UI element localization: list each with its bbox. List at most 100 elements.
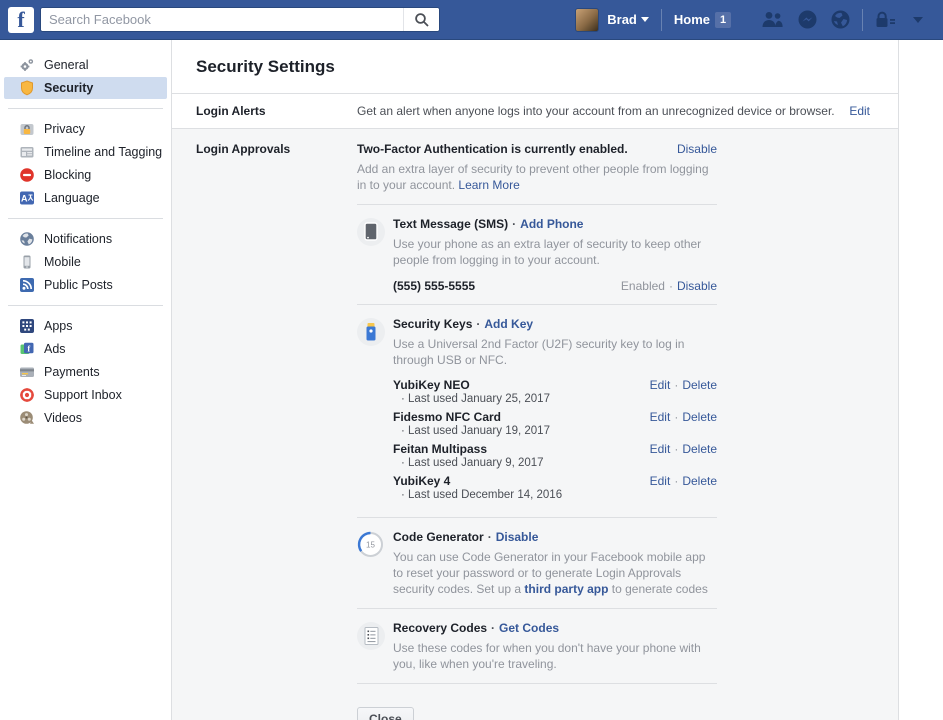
settings-sidebar: General Security Privacy Timeline and Ta… bbox=[0, 40, 172, 720]
sidebar-item-label: Timeline and Tagging bbox=[44, 145, 162, 159]
security-key-delete-link[interactable]: Delete bbox=[682, 442, 717, 456]
security-key-edit-link[interactable]: Edit bbox=[650, 378, 671, 392]
sidebar-item-support-inbox[interactable]: Support Inbox bbox=[4, 384, 167, 406]
sidebar-divider bbox=[8, 108, 163, 109]
code-generator-subsection: 15 Code Generator·Disable You can use Co… bbox=[357, 530, 717, 597]
sidebar-item-label: Privacy bbox=[44, 122, 85, 136]
sms-disable-link[interactable]: Disable bbox=[677, 279, 717, 293]
security-key-last-used: · Last used December 14, 2016 bbox=[393, 488, 717, 503]
profile-name[interactable]: Brad bbox=[607, 12, 637, 27]
notifications-globe-icon[interactable] bbox=[831, 10, 850, 29]
security-key-delete-link[interactable]: Delete bbox=[682, 410, 717, 424]
sidebar-divider bbox=[8, 305, 163, 306]
sidebar-item-label: Public Posts bbox=[44, 278, 113, 292]
sidebar-item-privacy[interactable]: Privacy bbox=[4, 118, 167, 140]
security-badge-icon bbox=[18, 80, 35, 97]
security-key-delete-link[interactable]: Delete bbox=[682, 378, 717, 392]
profile-caret-icon[interactable] bbox=[641, 17, 649, 22]
topbar-divider bbox=[661, 9, 662, 31]
sidebar-item-blocking[interactable]: Blocking bbox=[4, 164, 167, 186]
sidebar-item-label: Blocking bbox=[44, 168, 91, 182]
security-key-delete-link[interactable]: Delete bbox=[682, 474, 717, 488]
sms-phone-icon bbox=[357, 218, 385, 246]
section-divider bbox=[357, 517, 717, 518]
add-phone-link[interactable]: Add Phone bbox=[520, 217, 583, 231]
sidebar-item-label: Payments bbox=[44, 365, 100, 379]
sidebar-item-timeline-and-tagging[interactable]: Timeline and Tagging bbox=[4, 141, 167, 163]
search-button[interactable] bbox=[403, 8, 439, 31]
security-keys-title-line: Security Keys·Add Key bbox=[393, 317, 717, 331]
sidebar-item-label: Support Inbox bbox=[44, 388, 122, 402]
privacy-lock-icon bbox=[18, 121, 35, 138]
sidebar-item-label: Videos bbox=[44, 411, 82, 425]
friend-requests-icon[interactable] bbox=[761, 11, 784, 28]
sidebar-item-general[interactable]: General bbox=[4, 54, 167, 76]
security-settings-panel: Security Settings Login Alerts Get an al… bbox=[172, 40, 899, 720]
sidebar-item-label: General bbox=[44, 58, 88, 72]
avatar[interactable] bbox=[575, 8, 599, 32]
sidebar-item-label: Security bbox=[44, 81, 93, 95]
security-keys-subsection: Security Keys·Add Key Use a Universal 2n… bbox=[357, 317, 717, 506]
section-divider bbox=[357, 608, 717, 609]
page-title: Security Settings bbox=[172, 40, 898, 93]
sidebar-item-mobile[interactable]: Mobile bbox=[4, 251, 167, 273]
login-alerts-description: Get an alert when anyone logs into your … bbox=[357, 104, 837, 118]
sms-subsection: Text Message (SMS)·Add Phone Use your ph… bbox=[357, 217, 717, 293]
learn-more-link[interactable]: Learn More bbox=[458, 178, 519, 192]
sidebar-item-label: Apps bbox=[44, 319, 73, 333]
section-divider bbox=[357, 304, 717, 305]
topbar-jewels bbox=[761, 10, 850, 29]
security-keys-description: Use a Universal 2nd Factor (U2F) securit… bbox=[393, 336, 717, 368]
security-key-name: YubiKey NEO bbox=[393, 378, 470, 392]
security-key-edit-link[interactable]: Edit bbox=[650, 410, 671, 424]
two-factor-status-text: Two-Factor Authentication is currently e… bbox=[357, 142, 628, 156]
sidebar-item-videos[interactable]: Videos bbox=[4, 407, 167, 429]
add-key-link[interactable]: Add Key bbox=[484, 317, 533, 331]
section-divider bbox=[357, 683, 717, 684]
credit-card-icon bbox=[18, 364, 35, 381]
topbar-right: Brad Home 1 bbox=[575, 8, 923, 32]
code-generator-timer-icon: 15 bbox=[357, 531, 384, 558]
sidebar-item-ads[interactable]: f Ads bbox=[4, 338, 167, 360]
settings-caret-icon[interactable] bbox=[913, 17, 923, 23]
two-factor-disable-link[interactable]: Disable bbox=[677, 142, 717, 156]
get-codes-link[interactable]: Get Codes bbox=[499, 621, 559, 635]
code-generator-disable-link[interactable]: Disable bbox=[496, 530, 539, 544]
sidebar-item-label: Language bbox=[44, 191, 100, 205]
sidebar-item-public-posts[interactable]: Public Posts bbox=[4, 274, 167, 296]
sms-description: Use your phone as an extra layer of secu… bbox=[393, 236, 717, 268]
recovery-codes-description: Use these codes for when you don't have … bbox=[393, 640, 717, 672]
home-notification-badge: 1 bbox=[715, 12, 731, 28]
third-party-app-link[interactable]: third party app bbox=[524, 582, 608, 596]
sidebar-item-apps[interactable]: Apps bbox=[4, 315, 167, 337]
security-key-row: Fidesmo NFC Card Edit·Delete · Last used… bbox=[393, 410, 717, 439]
sidebar-item-label: Ads bbox=[44, 342, 66, 356]
sidebar-divider bbox=[8, 218, 163, 219]
blocking-icon bbox=[18, 167, 35, 184]
timeline-icon bbox=[18, 144, 35, 161]
login-alerts-edit-link[interactable]: Edit bbox=[849, 104, 870, 118]
security-key-edit-link[interactable]: Edit bbox=[650, 474, 671, 488]
globe-icon bbox=[18, 231, 35, 248]
login-alerts-label: Login Alerts bbox=[196, 104, 357, 118]
sidebar-item-language[interactable]: A Language bbox=[4, 187, 167, 209]
messenger-icon[interactable] bbox=[798, 10, 817, 29]
security-key-row: YubiKey 4 Edit·Delete · Last used Decemb… bbox=[393, 474, 717, 503]
security-key-edit-link[interactable]: Edit bbox=[650, 442, 671, 456]
home-link[interactable]: Home bbox=[674, 12, 710, 27]
film-reel-icon bbox=[18, 410, 35, 427]
sidebar-item-security[interactable]: Security bbox=[4, 77, 167, 99]
search-input[interactable] bbox=[41, 8, 403, 31]
svg-text:f: f bbox=[27, 343, 30, 353]
sidebar-item-payments[interactable]: Payments bbox=[4, 361, 167, 383]
login-approvals-description: Add an extra layer of security to preven… bbox=[357, 161, 717, 193]
sidebar-item-notifications[interactable]: Notifications bbox=[4, 228, 167, 250]
facebook-logo[interactable]: f bbox=[8, 7, 34, 33]
security-key-row: Feitan Multipass Edit·Delete · Last used… bbox=[393, 442, 717, 471]
recovery-codes-list-icon bbox=[357, 622, 385, 650]
privacy-shortcuts-icon[interactable] bbox=[875, 11, 897, 28]
close-button[interactable]: Close bbox=[357, 707, 414, 720]
security-key-name: Fidesmo NFC Card bbox=[393, 410, 501, 424]
timer-value: 15 bbox=[366, 541, 375, 550]
rss-icon bbox=[18, 277, 35, 294]
